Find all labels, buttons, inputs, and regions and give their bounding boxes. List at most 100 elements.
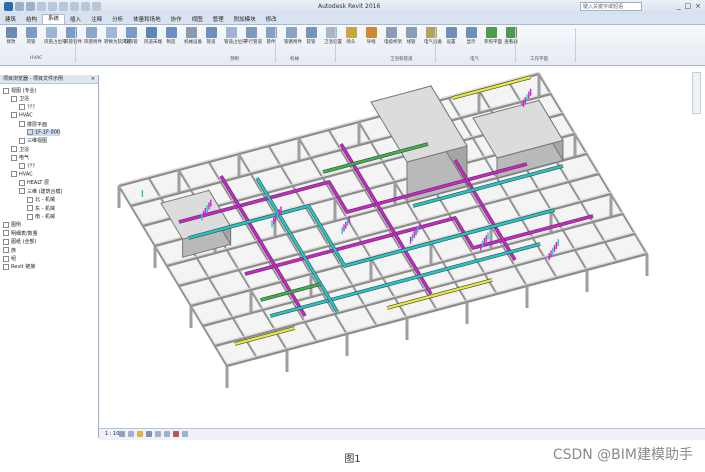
browser-item[interactable]: 图例 [3,221,21,228]
browser-item[interactable]: Revit 链接 [3,263,35,270]
browser-item[interactable]: 电气 [11,154,29,161]
browser-item[interactable]: HEALT 层 [19,179,49,186]
ribbon-tool-18[interactable]: 导线 [364,27,378,45]
tab-10[interactable]: 附加模块 [229,15,261,23]
measure-icon[interactable] [70,2,79,11]
browser-item[interactable]: 卫浴 [11,95,29,102]
minimize-icon[interactable]: _ [677,2,681,11]
ribbon-tool-22[interactable]: 设置 [444,27,458,45]
visual-style-icon[interactable] [128,431,134,437]
ribbon-tool-9[interactable]: 机械设备 [184,27,202,45]
expand-icon[interactable] [3,263,9,270]
tab-3[interactable]: 插入 [65,15,86,23]
ribbon-tool-1[interactable]: 风管 [24,27,38,45]
print-icon[interactable] [59,2,68,11]
tab-5[interactable]: 分析 [107,15,128,23]
collapse-icon[interactable] [3,87,9,94]
ribbon-tool-15[interactable]: 软管 [304,27,318,45]
collapse-icon[interactable] [11,154,17,161]
redo-icon[interactable] [48,2,57,11]
tab-2[interactable]: 系统 [42,14,66,24]
expand-icon[interactable] [3,230,9,237]
browser-item[interactable]: 1F-1F 000 [27,129,61,136]
expand-icon[interactable] [27,129,33,135]
browser-item[interactable]: 东 - 机械 [27,205,55,212]
ribbon-tool-14[interactable]: 管路附件 [284,27,302,45]
mep-3d-model[interactable] [99,66,705,429]
expand-icon[interactable] [27,205,33,212]
browser-item[interactable]: ??? [19,103,35,110]
browser-item[interactable]: 视图 (专业) [3,87,37,94]
browser-item[interactable]: HVAC [11,112,33,119]
browser-item[interactable]: 组 [3,255,16,262]
3d-view-icon[interactable] [92,2,101,11]
ribbon-tool-11[interactable]: 管道占位符 [224,27,247,45]
browser-item[interactable]: 北 - 机械 [27,196,55,203]
3d-viewport[interactable] [99,66,705,429]
expand-icon[interactable] [3,221,9,228]
expand-icon[interactable] [19,179,25,186]
browser-item[interactable]: 南 - 机械 [27,213,55,220]
ribbon-tool-17[interactable]: 喷头 [344,27,358,45]
undo-icon[interactable] [37,2,46,11]
ribbon-tool-4[interactable]: 风管附件 [84,27,102,45]
shadows-icon[interactable] [146,431,152,437]
browser-item[interactable]: 族 [3,247,16,254]
expand-icon[interactable] [3,255,9,262]
tab-8[interactable]: 视图 [187,15,208,23]
expand-icon[interactable] [27,213,33,220]
expand-icon[interactable] [19,103,25,110]
text-icon[interactable] [81,2,90,11]
ribbon-tool-10[interactable]: 管道 [204,27,218,45]
tab-9[interactable]: 管理 [208,15,229,23]
collapse-icon[interactable] [11,171,17,177]
collapse-icon[interactable] [11,95,17,102]
search-input[interactable]: 键入关键字或短语 [580,2,642,11]
collapse-icon[interactable] [11,112,17,119]
ribbon-tool-24[interactable]: 参照平面 [484,27,502,45]
revit-logo-icon[interactable] [4,2,13,11]
browser-item[interactable]: 明细表/数量 [3,230,38,237]
save-icon[interactable] [26,2,35,11]
collapse-icon[interactable] [19,121,25,128]
ribbon-tool-6[interactable]: 软风管 [124,27,138,45]
ribbon-tool-19[interactable]: 电缆桥架 [384,27,402,45]
ribbon-tool-2[interactable]: 风管占位符 [44,27,67,45]
tab-6[interactable]: 体量和场地 [128,15,166,23]
close-icon[interactable]: × [695,2,701,11]
reveal-hidden-icon[interactable] [182,431,188,437]
ribbon-tool-12[interactable]: 平行管道 [244,27,262,45]
tab-0[interactable]: 建筑 [0,15,21,23]
browser-item[interactable]: ??? [19,162,35,169]
ribbon-tool-0[interactable]: 修改 [4,27,18,45]
ribbon-tool-7[interactable]: 风道末端 [144,27,162,45]
browser-item[interactable]: HVAC [11,171,33,178]
expand-icon[interactable] [19,162,25,169]
render-icon[interactable] [155,431,161,437]
tab-1[interactable]: 结构 [21,15,42,23]
tab-7[interactable]: 协作 [166,15,187,23]
crop-view-icon[interactable] [164,431,170,437]
browser-item[interactable]: 楼层平面 [19,121,47,128]
navigation-bar[interactable] [692,72,701,114]
ribbon-tool-23[interactable]: 显示 [464,27,478,45]
expand-icon[interactable] [3,238,9,245]
ribbon-tool-8[interactable]: 制造 [164,27,178,45]
expand-icon[interactable] [3,247,9,254]
browser-item[interactable]: 三维视图 [19,137,47,144]
tab-11[interactable]: 修改 [261,15,282,23]
collapse-icon[interactable] [19,188,25,195]
temporary-hide-icon[interactable] [173,431,179,437]
tab-4[interactable]: 注释 [86,15,107,23]
detail-level-icon[interactable] [119,431,125,437]
open-icon[interactable] [15,2,24,11]
browser-item[interactable]: 卫浴 [11,146,29,153]
ribbon-tool-5[interactable]: 转换为软风管 [104,27,131,45]
ribbon-tool-20[interactable]: 线管 [404,27,418,45]
browser-item[interactable]: 图纸 (全部) [3,238,37,245]
expand-icon[interactable] [27,196,33,203]
expand-icon[interactable] [11,146,17,153]
browser-item[interactable]: 三维 (建筑合模) [19,188,63,195]
expand-icon[interactable] [19,137,25,144]
maximize-icon[interactable]: □ [685,2,692,11]
